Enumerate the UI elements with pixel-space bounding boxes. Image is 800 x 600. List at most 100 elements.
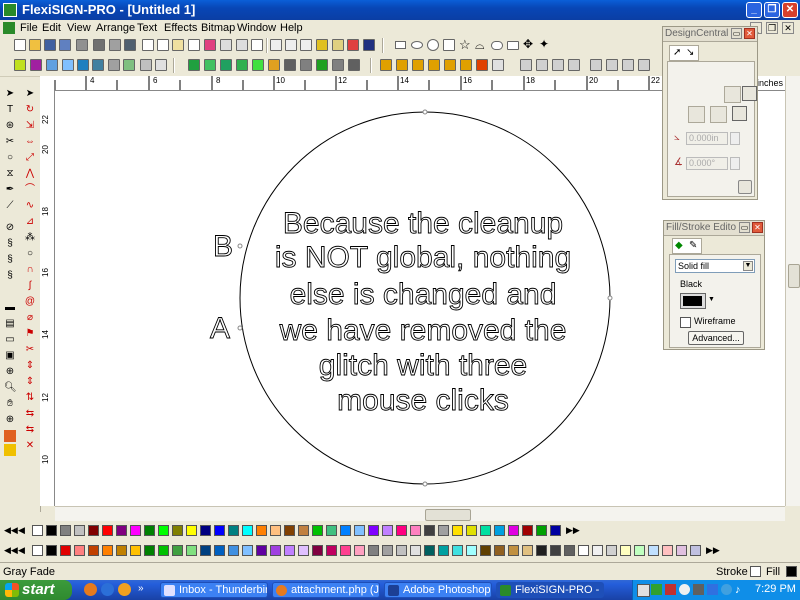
- pen-tool-icon[interactable]: ✒: [4, 184, 16, 196]
- trim-icon[interactable]: [92, 59, 104, 71]
- design-central-close-button[interactable]: ✕: [744, 28, 755, 39]
- thunderbird-icon[interactable]: [101, 583, 114, 596]
- palette-swatch[interactable]: [536, 525, 547, 536]
- canvas-text-line[interactable]: Because the cleanup: [282, 207, 563, 241]
- rotate-tool-icon[interactable]: ↻: [24, 104, 36, 116]
- circle-shape-icon[interactable]: [427, 39, 439, 51]
- bar-shape-icon[interactable]: [507, 41, 519, 50]
- send-icon[interactable]: [109, 39, 121, 51]
- palette-swatch[interactable]: [424, 525, 435, 536]
- palette-swatch[interactable]: [494, 545, 505, 556]
- align-center-icon[interactable]: [396, 59, 408, 71]
- palette-swatch[interactable]: [298, 545, 309, 556]
- palette-swatch[interactable]: [284, 525, 295, 536]
- wave-tool-icon[interactable]: ∿: [24, 200, 36, 212]
- chevron-down-icon[interactable]: ▼: [743, 261, 753, 271]
- canvas-text-line[interactable]: is NOT global, nothing: [274, 241, 571, 275]
- palette-swatch[interactable]: [172, 525, 183, 536]
- palette-swatch[interactable]: [340, 545, 351, 556]
- distribute-icon[interactable]: [476, 59, 488, 71]
- combine-icon[interactable]: [46, 59, 58, 71]
- menu-file[interactable]: File: [20, 22, 38, 34]
- ellipse-tool-icon[interactable]: ○: [4, 152, 16, 164]
- maximize-button[interactable]: ❐: [764, 2, 780, 18]
- cut-icon[interactable]: [142, 39, 154, 51]
- firefox-icon[interactable]: [84, 583, 97, 596]
- align-top-icon[interactable]: [428, 59, 440, 71]
- quicklaunch-more-icon[interactable]: »: [138, 583, 144, 594]
- advanced-button[interactable]: Advanced...: [688, 331, 744, 345]
- arc-shape-icon[interactable]: ⌓: [475, 38, 485, 52]
- vertical-scrollbar[interactable]: [785, 76, 800, 506]
- palette-swatch[interactable]: [564, 545, 575, 556]
- mdi-restore-button[interactable]: ❐: [766, 22, 778, 34]
- image-tool-icon[interactable]: ▣: [4, 350, 16, 362]
- plot-icon[interactable]: [93, 39, 105, 51]
- palette-swatch[interactable]: [382, 525, 393, 536]
- offset-tool-icon[interactable]: ⇆: [24, 424, 36, 436]
- weld-icon[interactable]: [77, 59, 89, 71]
- menu-bitmap[interactable]: Bitmap: [201, 22, 235, 34]
- palette-swatch[interactable]: [368, 545, 379, 556]
- palette-swatch[interactable]: [46, 525, 57, 536]
- palette-swatch[interactable]: [466, 545, 477, 556]
- palette-swatch[interactable]: [242, 545, 253, 556]
- fill-tool-icon[interactable]: ▬: [4, 302, 16, 314]
- tray-icon[interactable]: [693, 584, 704, 595]
- palette-swatch[interactable]: [88, 545, 99, 556]
- canvas-text-line[interactable]: else is changed and: [289, 278, 557, 312]
- save-icon[interactable]: [44, 39, 56, 51]
- palette-swatch[interactable]: [270, 545, 281, 556]
- shadow-icon[interactable]: [123, 59, 135, 71]
- palette-swatch[interactable]: [46, 545, 57, 556]
- palette-swatch[interactable]: [522, 525, 533, 536]
- fillet-icon[interactable]: [348, 59, 360, 71]
- knife-tool-icon[interactable]: ✂: [4, 136, 16, 148]
- tray-icon[interactable]: [651, 584, 662, 595]
- palette-scroll-left-icon[interactable]: ◀◀: [4, 545, 18, 556]
- palette-swatch[interactable]: [116, 545, 127, 556]
- horizontal-scrollbar[interactable]: [55, 506, 785, 521]
- join-icon[interactable]: [300, 59, 312, 71]
- twist-tool-icon[interactable]: ⌀: [24, 312, 36, 324]
- move-up-icon[interactable]: [552, 59, 564, 71]
- bevel-icon[interactable]: [155, 59, 167, 71]
- smooth-node-icon[interactable]: [236, 59, 248, 71]
- palette-swatch[interactable]: [88, 525, 99, 536]
- circle-tool-icon[interactable]: ○: [24, 248, 36, 260]
- menu-help[interactable]: Help: [280, 22, 303, 34]
- rectangle-shape-icon[interactable]: [395, 41, 406, 49]
- palette-swatch[interactable]: [382, 545, 393, 556]
- palette-swatch[interactable]: [172, 545, 183, 556]
- palette-swatch[interactable]: [396, 525, 407, 536]
- palette-swatch[interactable]: [592, 545, 603, 556]
- canvas-text-line[interactable]: glitch with three: [318, 349, 527, 383]
- palette-swatch[interactable]: [326, 525, 337, 536]
- length-field[interactable]: 0.000in: [686, 132, 728, 145]
- burst-shape-icon[interactable]: ✥: [523, 37, 533, 51]
- palette-swatch[interactable]: [102, 525, 113, 536]
- contour-icon[interactable]: [108, 59, 120, 71]
- shear-tool-icon[interactable]: ⇕: [24, 376, 36, 388]
- nudge-4-icon[interactable]: [638, 59, 650, 71]
- point-a-node[interactable]: [237, 325, 243, 331]
- rounded-rect-shape-icon[interactable]: [491, 41, 503, 50]
- palette-swatch[interactable]: [214, 525, 225, 536]
- palette-swatch[interactable]: [508, 545, 519, 556]
- palette-swatch[interactable]: [354, 525, 365, 536]
- spellcheck-icon[interactable]: [251, 39, 263, 51]
- magnify-tool-icon[interactable]: ⊕: [4, 366, 16, 378]
- palette-swatch[interactable]: [312, 545, 323, 556]
- palette-swatch[interactable]: [550, 545, 561, 556]
- bucket-tool-icon[interactable]: ▤: [4, 318, 16, 330]
- print-icon[interactable]: [76, 39, 88, 51]
- close-button[interactable]: ✕: [782, 2, 798, 18]
- palette-swatch[interactable]: [298, 525, 309, 536]
- palette-scroll-left-icon[interactable]: ◀◀: [4, 525, 18, 536]
- curve-segment-icon[interactable]: [742, 86, 757, 101]
- design-central-icon[interactable]: [316, 39, 328, 51]
- paste-icon[interactable]: [172, 39, 184, 51]
- outline-icon[interactable]: [140, 59, 152, 71]
- palette-scroll-right-icon[interactable]: ▶▶: [706, 545, 720, 556]
- palette-swatch[interactable]: [130, 545, 141, 556]
